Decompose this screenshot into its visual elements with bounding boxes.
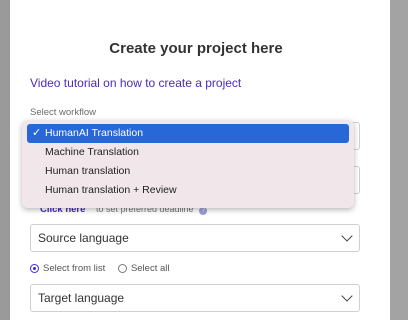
modal-backdrop-right[interactable] bbox=[390, 0, 408, 320]
option-label: HumanAI Translation bbox=[45, 127, 144, 139]
workflow-label: Select workflow bbox=[30, 107, 96, 118]
option-label: Human translation + Review bbox=[45, 184, 177, 196]
workflow-option[interactable]: ✓ HumanAI Translation bbox=[27, 124, 349, 143]
target-selection-mode: Select from list Select all bbox=[30, 263, 180, 276]
chevron-down-icon bbox=[341, 290, 353, 302]
radio-checked-icon bbox=[30, 264, 39, 273]
radio-unchecked-icon bbox=[117, 264, 127, 273]
workflow-dropdown-menu: ✓ HumanAI Translation Machine Translatio… bbox=[22, 120, 354, 208]
workflow-option[interactable]: Human translation + Review bbox=[27, 181, 349, 200]
radio-select-all[interactable]: Select all bbox=[117, 263, 170, 274]
help-icon[interactable]: ? bbox=[199, 207, 208, 215]
target-language-select[interactable]: Target language bbox=[30, 284, 360, 312]
source-language-select[interactable]: Source language bbox=[30, 224, 360, 252]
workflow-option[interactable]: Human translation bbox=[27, 162, 349, 181]
option-label: Machine Translation bbox=[45, 146, 139, 158]
target-language-value: Target language bbox=[38, 291, 125, 305]
radio-label: Select all bbox=[130, 263, 170, 274]
option-label: Human translation bbox=[45, 165, 131, 177]
radio-label: Select from list bbox=[43, 263, 106, 274]
modal-title: Create your project here bbox=[109, 40, 283, 57]
chevron-down-icon bbox=[341, 230, 353, 242]
video-tutorial-link[interactable]: Video tutorial on how to create a projec… bbox=[30, 76, 241, 90]
source-language-value: Source language bbox=[38, 231, 129, 245]
radio-select-from-list[interactable]: Select from list bbox=[30, 263, 105, 274]
modal-backdrop[interactable] bbox=[0, 0, 10, 320]
checkmark-icon: ✓ bbox=[32, 127, 42, 139]
workflow-option[interactable]: Machine Translation bbox=[27, 143, 349, 162]
